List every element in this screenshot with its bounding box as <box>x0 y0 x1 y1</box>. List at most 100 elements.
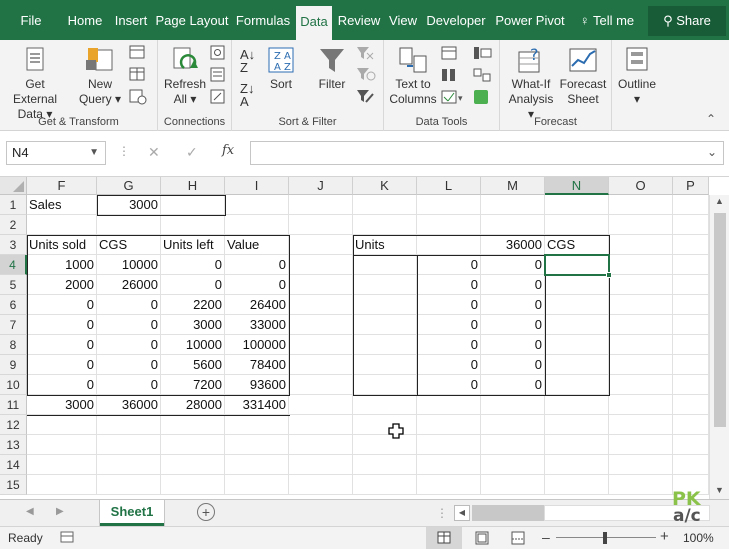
cell-p5[interactable] <box>673 275 709 295</box>
cell-f15[interactable] <box>27 475 97 495</box>
tab-file[interactable]: File <box>8 0 54 40</box>
zoom-in-button[interactable]: + <box>660 528 669 545</box>
cell-m8[interactable]: 0 <box>481 335 545 355</box>
cell-j13[interactable] <box>289 435 353 455</box>
row-header-14[interactable]: 14 <box>0 455 27 475</box>
cell-n13[interactable] <box>545 435 609 455</box>
new-query-button[interactable]: New Query ▾ <box>74 46 126 107</box>
cell-n9[interactable] <box>545 355 609 375</box>
cell-g6[interactable]: 0 <box>97 295 161 315</box>
cell-o9[interactable] <box>609 355 673 375</box>
cell-i14[interactable] <box>225 455 289 475</box>
cell-o10[interactable] <box>609 375 673 395</box>
formula-input[interactable]: ⌄ <box>250 141 724 165</box>
tab-developer[interactable]: Developer <box>424 0 488 40</box>
cell-k11[interactable] <box>353 395 417 415</box>
expand-formula-bar-icon[interactable]: ⌄ <box>707 145 717 159</box>
cell-l8[interactable]: 0 <box>417 335 481 355</box>
cell-h7[interactable]: 3000 <box>161 315 225 335</box>
add-sheet-button[interactable]: + <box>197 503 215 521</box>
cell-f1[interactable]: Sales <box>27 195 97 215</box>
page-layout-view-button[interactable] <box>474 530 490 549</box>
cell-n14[interactable] <box>545 455 609 475</box>
cell-f8[interactable]: 0 <box>27 335 97 355</box>
cell-l9[interactable]: 0 <box>417 355 481 375</box>
cell-o5[interactable] <box>609 275 673 295</box>
row-header-1[interactable]: 1 <box>0 195 27 215</box>
column-header-o[interactable]: O <box>609 177 673 195</box>
cell-j1[interactable] <box>289 195 353 215</box>
column-header-p[interactable]: P <box>673 177 709 195</box>
cell-f5[interactable]: 2000 <box>27 275 97 295</box>
refresh-all-button[interactable]: Refresh All ▾ <box>162 46 208 107</box>
cell-f13[interactable] <box>27 435 97 455</box>
column-header-k[interactable]: K <box>353 177 417 195</box>
column-header-j[interactable]: J <box>289 177 353 195</box>
cell-j4[interactable] <box>289 255 353 275</box>
cell-k5[interactable] <box>353 275 417 295</box>
cell-l10[interactable]: 0 <box>417 375 481 395</box>
cell-l13[interactable] <box>417 435 481 455</box>
row-header-6[interactable]: 6 <box>0 295 27 315</box>
cell-g9[interactable]: 0 <box>97 355 161 375</box>
cell-m9[interactable]: 0 <box>481 355 545 375</box>
cell-o15[interactable] <box>609 475 673 495</box>
cell-k1[interactable] <box>353 195 417 215</box>
cell-l5[interactable]: 0 <box>417 275 481 295</box>
cell-o1[interactable] <box>609 195 673 215</box>
cell-m15[interactable] <box>481 475 545 495</box>
get-external-data-button[interactable]: Get External Data ▾ <box>2 46 68 122</box>
cell-j8[interactable] <box>289 335 353 355</box>
cell-m13[interactable] <box>481 435 545 455</box>
cell-n11[interactable] <box>545 395 609 415</box>
cell-g13[interactable] <box>97 435 161 455</box>
select-all-corner[interactable] <box>0 177 27 195</box>
cell-l2[interactable] <box>417 215 481 235</box>
normal-view-button[interactable] <box>426 527 462 549</box>
cell-h1[interactable] <box>161 195 225 215</box>
cell-i11[interactable]: 331400 <box>225 395 289 415</box>
row-header-4[interactable]: 4 <box>0 255 27 275</box>
zoom-level[interactable]: 100% <box>683 531 714 545</box>
sort-button[interactable]: Z A A Z Sort <box>266 46 296 92</box>
cell-i12[interactable] <box>225 415 289 435</box>
cell-l14[interactable] <box>417 455 481 475</box>
cell-o6[interactable] <box>609 295 673 315</box>
zoom-slider-thumb[interactable] <box>603 532 607 544</box>
scroll-left-icon[interactable]: ◀ <box>454 505 470 521</box>
tab-review[interactable]: Review <box>336 0 382 40</box>
cell-m14[interactable] <box>481 455 545 475</box>
cell-l6[interactable]: 0 <box>417 295 481 315</box>
column-header-l[interactable]: L <box>417 177 481 195</box>
cell-k12[interactable] <box>353 415 417 435</box>
cell-o12[interactable] <box>609 415 673 435</box>
row-header-7[interactable]: 7 <box>0 315 27 335</box>
cell-k8[interactable] <box>353 335 417 355</box>
cell-k10[interactable] <box>353 375 417 395</box>
cell-g1[interactable]: 3000 <box>97 195 161 215</box>
name-box[interactable]: N4 ▼ <box>6 141 106 165</box>
tab-page-layout[interactable]: Page Layout <box>155 0 229 40</box>
cell-i13[interactable] <box>225 435 289 455</box>
tab-power-pivot[interactable]: Power Pivot <box>492 0 568 40</box>
cell-i6[interactable]: 26400 <box>225 295 289 315</box>
cell-m7[interactable]: 0 <box>481 315 545 335</box>
cell-j3[interactable] <box>289 235 353 255</box>
what-if-analysis-button[interactable]: ? What-If Analysis ▾ <box>504 46 558 122</box>
tab-home[interactable]: Home <box>64 0 106 40</box>
cell-l12[interactable] <box>417 415 481 435</box>
column-header-m[interactable]: M <box>481 177 545 195</box>
cell-k9[interactable] <box>353 355 417 375</box>
cell-p10[interactable] <box>673 375 709 395</box>
cell-n7[interactable] <box>545 315 609 335</box>
cell-h4[interactable]: 0 <box>161 255 225 275</box>
cell-l4[interactable]: 0 <box>417 255 481 275</box>
cell-h10[interactable]: 7200 <box>161 375 225 395</box>
zoom-out-button[interactable]: – <box>542 529 550 545</box>
cell-h13[interactable] <box>161 435 225 455</box>
cell-g5[interactable]: 26000 <box>97 275 161 295</box>
cell-g11[interactable]: 36000 <box>97 395 161 415</box>
cell-n8[interactable] <box>545 335 609 355</box>
insert-function-button[interactable]: fx <box>222 143 234 158</box>
column-header-h[interactable]: H <box>161 177 225 195</box>
